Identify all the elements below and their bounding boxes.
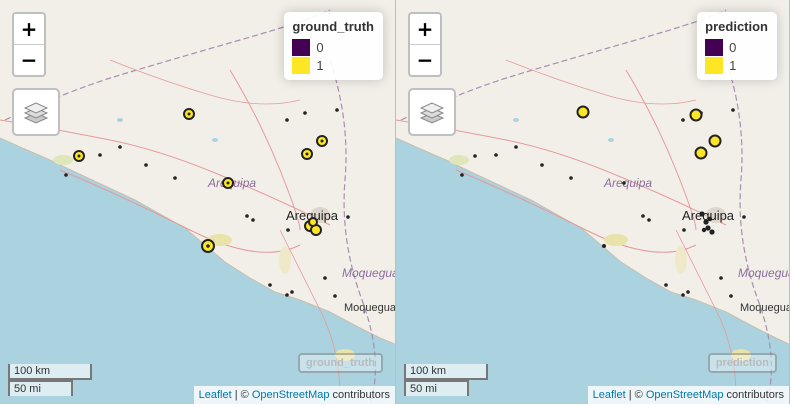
legend-item: 0 <box>292 38 374 56</box>
layers-icon <box>419 102 445 124</box>
small-marker <box>664 283 668 287</box>
small-marker <box>494 153 498 157</box>
legend-item: 1 <box>292 56 374 74</box>
marker-class-1 <box>576 105 590 119</box>
zoom-control: + − <box>408 12 442 77</box>
leaflet-link[interactable]: Leaflet <box>199 389 232 401</box>
small-marker <box>64 173 68 177</box>
scale-bar: 100 km 50 mi <box>404 364 488 396</box>
small-marker <box>285 118 289 122</box>
small-marker <box>251 218 255 222</box>
small-marker <box>742 215 746 219</box>
map-panel-ground-truth[interactable]: Arequipa Arequipa Moquegua Moquegua <box>0 0 396 404</box>
zoom-in-button[interactable]: + <box>410 14 440 44</box>
small-marker <box>323 276 327 280</box>
small-marker <box>346 215 350 219</box>
legend-title: prediction <box>705 19 768 34</box>
zoom-out-button[interactable]: − <box>410 44 440 75</box>
small-marker <box>286 228 290 232</box>
small-marker <box>268 283 272 287</box>
small-marker <box>540 163 544 167</box>
scale-metric: 100 km <box>404 364 488 380</box>
small-marker <box>602 244 606 248</box>
legend-item: 1 <box>705 56 768 74</box>
marker-class-1 <box>694 146 708 160</box>
legend-label: 1 <box>316 57 324 73</box>
small-marker <box>569 176 573 180</box>
layer-name-label: ground_truth <box>297 353 383 373</box>
small-marker <box>622 181 626 185</box>
attribution-suffix: contributors <box>329 389 390 401</box>
legend-label: 0 <box>729 39 737 55</box>
small-marker <box>707 216 713 222</box>
small-marker <box>285 293 289 297</box>
small-marker <box>682 228 686 232</box>
legend-label: 1 <box>729 57 737 73</box>
osm-link[interactable]: OpenStreetMap <box>252 389 330 401</box>
scale-metric: 100 km <box>8 364 92 380</box>
marker-class-1 <box>708 134 722 148</box>
small-marker <box>245 214 249 218</box>
zoom-out-button[interactable]: − <box>14 44 44 75</box>
small-marker <box>290 290 294 294</box>
layer-name-label: prediction <box>707 353 777 373</box>
legend-swatch <box>705 38 724 56</box>
zoom-in-button[interactable]: + <box>14 14 44 44</box>
small-marker <box>686 290 690 294</box>
small-marker <box>719 276 723 280</box>
legend: ground_truth 0 1 <box>284 12 383 80</box>
small-marker <box>118 145 122 149</box>
small-marker <box>303 111 307 115</box>
legend-label: 0 <box>316 39 324 55</box>
legend-item: 0 <box>705 38 768 56</box>
small-marker <box>98 153 102 157</box>
attribution-separator: | © <box>625 389 646 401</box>
layers-control-button[interactable] <box>12 88 60 136</box>
small-marker <box>335 108 339 112</box>
legend-swatch <box>292 56 311 74</box>
small-marker <box>173 176 177 180</box>
small-marker <box>703 219 709 225</box>
small-marker <box>514 145 518 149</box>
small-marker <box>701 227 707 233</box>
small-marker <box>731 108 735 112</box>
marker-class-1 <box>308 217 318 227</box>
marker-class-1 <box>689 108 703 122</box>
attribution: Leaflet | © OpenStreetMap contributors <box>587 386 789 404</box>
attribution: Leaflet | © OpenStreetMap contributors <box>193 386 395 404</box>
attribution-suffix: contributors <box>723 389 784 401</box>
osm-link[interactable]: OpenStreetMap <box>646 389 724 401</box>
legend-swatch <box>705 56 724 74</box>
small-marker <box>333 294 337 298</box>
zoom-control: + − <box>12 12 46 77</box>
small-marker <box>681 118 685 122</box>
legend-title: ground_truth <box>292 19 374 34</box>
scale-imperial: 50 mi <box>8 380 73 396</box>
attribution-separator: | © <box>231 389 252 401</box>
small-marker <box>709 229 715 235</box>
map-panel-prediction[interactable]: Arequipa Arequipa Moquegua Moquegua + − … <box>396 0 790 404</box>
small-marker <box>641 214 645 218</box>
small-marker <box>144 163 148 167</box>
small-marker <box>681 293 685 297</box>
small-marker <box>729 294 733 298</box>
leaflet-link[interactable]: Leaflet <box>593 389 626 401</box>
legend: prediction 0 1 <box>697 12 777 80</box>
small-marker <box>473 154 477 158</box>
scale-imperial: 50 mi <box>404 380 469 396</box>
small-marker <box>699 211 705 217</box>
scale-bar: 100 km 50 mi <box>8 364 92 396</box>
layers-control-button[interactable] <box>408 88 456 136</box>
legend-swatch <box>292 38 311 56</box>
layers-icon <box>23 102 49 124</box>
small-marker <box>647 218 651 222</box>
small-marker <box>460 173 464 177</box>
